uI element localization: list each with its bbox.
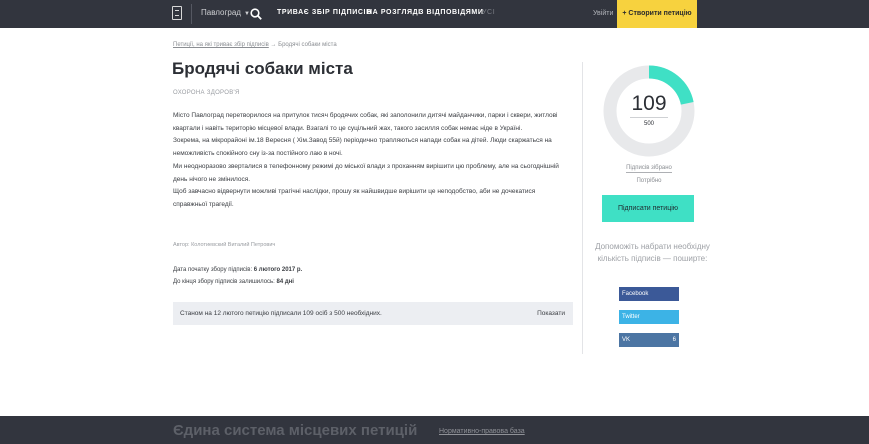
search-icon[interactable] xyxy=(250,8,262,20)
footer: Єдина система місцевих петицій Нормативн… xyxy=(0,416,869,444)
breadcrumb-petitions-link[interactable]: Петиції, на які триває збір підписів xyxy=(173,42,269,48)
petitions-logo-icon[interactable] xyxy=(172,6,182,20)
city-selector[interactable]: Павлоград ▼ xyxy=(201,8,250,17)
signatures-summary-box: Станом на 12 лютого петицію підписали 10… xyxy=(173,302,573,325)
petition-category: ОХОРОНА ЗДОРОВ'Я xyxy=(173,90,240,96)
start-date-value: 6 лютого 2017 р. xyxy=(253,267,303,273)
signatures-collected-label: Підписів зібрано xyxy=(603,165,695,173)
breadcrumb-separator: → xyxy=(270,42,277,48)
legal-base-link[interactable]: Нормативно-правова база xyxy=(439,428,525,435)
share-prompt: Допоможіть набрати необхідну кількість п… xyxy=(595,242,710,263)
breadcrumb-current: Бродячі собаки міста xyxy=(278,42,337,48)
signatures-collected-text: Підписів зібрано xyxy=(626,165,672,173)
vk-share-count: 6 xyxy=(672,337,676,343)
petition-paragraph: Щоб завчасно відвернути можливі трагічні… xyxy=(173,188,536,208)
nav-answered[interactable]: З ВІДПОВІДЯМИ xyxy=(419,9,483,16)
nav-under-review[interactable]: НА РОЗГЛЯДІ xyxy=(367,9,421,16)
start-date-label: Дата початку збору підписів: xyxy=(173,267,253,273)
petition-paragraph: Ми неодноразово зверталися в телефонному… xyxy=(173,162,559,183)
days-left-row: До кінця збору підписів залишилось: 84 д… xyxy=(173,276,302,288)
header-separator xyxy=(191,4,192,24)
petition-paragraph: Зокрема, на мікрорайоні ім.18 Вересня ( … xyxy=(173,137,552,158)
signatures-needed-label: Потрібно xyxy=(636,178,662,184)
twitter-label: Twitter xyxy=(622,314,640,320)
sign-petition-button[interactable]: Підписати петицію xyxy=(602,195,694,222)
column-divider xyxy=(582,62,583,354)
count-divider xyxy=(630,117,668,118)
nav-collecting-signatures[interactable]: ТРИВАЄ ЗБІР ПІДПИСІВ xyxy=(277,9,372,16)
share-vk-button[interactable]: VK 6 xyxy=(619,333,679,347)
signatures-target: 500 xyxy=(643,121,654,127)
create-petition-button[interactable]: + Створити петицію xyxy=(617,0,697,28)
show-signatures-link[interactable]: Показати xyxy=(537,310,565,317)
signatures-summary-text: Станом на 12 лютого петицію підписали 10… xyxy=(180,310,382,317)
petition-paragraph: Місто Павлоград перетворилося на притуло… xyxy=(173,112,558,132)
top-navigation-bar: Павлоград ▼ ТРИВАЄ ЗБІР ПІДПИСІВ НА РОЗГЛ… xyxy=(0,0,869,28)
vk-label: VK xyxy=(622,337,631,343)
facebook-label: Facebook xyxy=(622,291,649,297)
breadcrumb: Петиції, на які триває збір підписів → Б… xyxy=(173,42,337,48)
days-left-label: До кінця збору підписів залишилось: xyxy=(173,279,275,285)
login-link[interactable]: Увійти xyxy=(593,10,613,17)
nav-all[interactable]: УСІ xyxy=(482,9,495,16)
signatures-count: 109 xyxy=(631,92,667,115)
petition-body: Місто Павлоград перетворилося на притуло… xyxy=(173,110,568,212)
city-name: Павлоград xyxy=(201,8,241,17)
petition-title: Бродячі собаки міста xyxy=(172,59,353,78)
petition-dates: Дата початку збору підписів: 6 лютого 20… xyxy=(173,264,302,288)
share-twitter-button[interactable]: Twitter xyxy=(619,310,679,324)
share-facebook-button[interactable]: Facebook xyxy=(619,287,679,301)
days-left-value: 84 дні xyxy=(276,279,294,285)
footer-title: Єдина система місцевих петицій xyxy=(173,422,418,439)
petition-author: Автор: Колотиевский Виталий Петрович xyxy=(173,242,276,248)
start-date-row: Дата початку збору підписів: 6 лютого 20… xyxy=(173,264,302,276)
